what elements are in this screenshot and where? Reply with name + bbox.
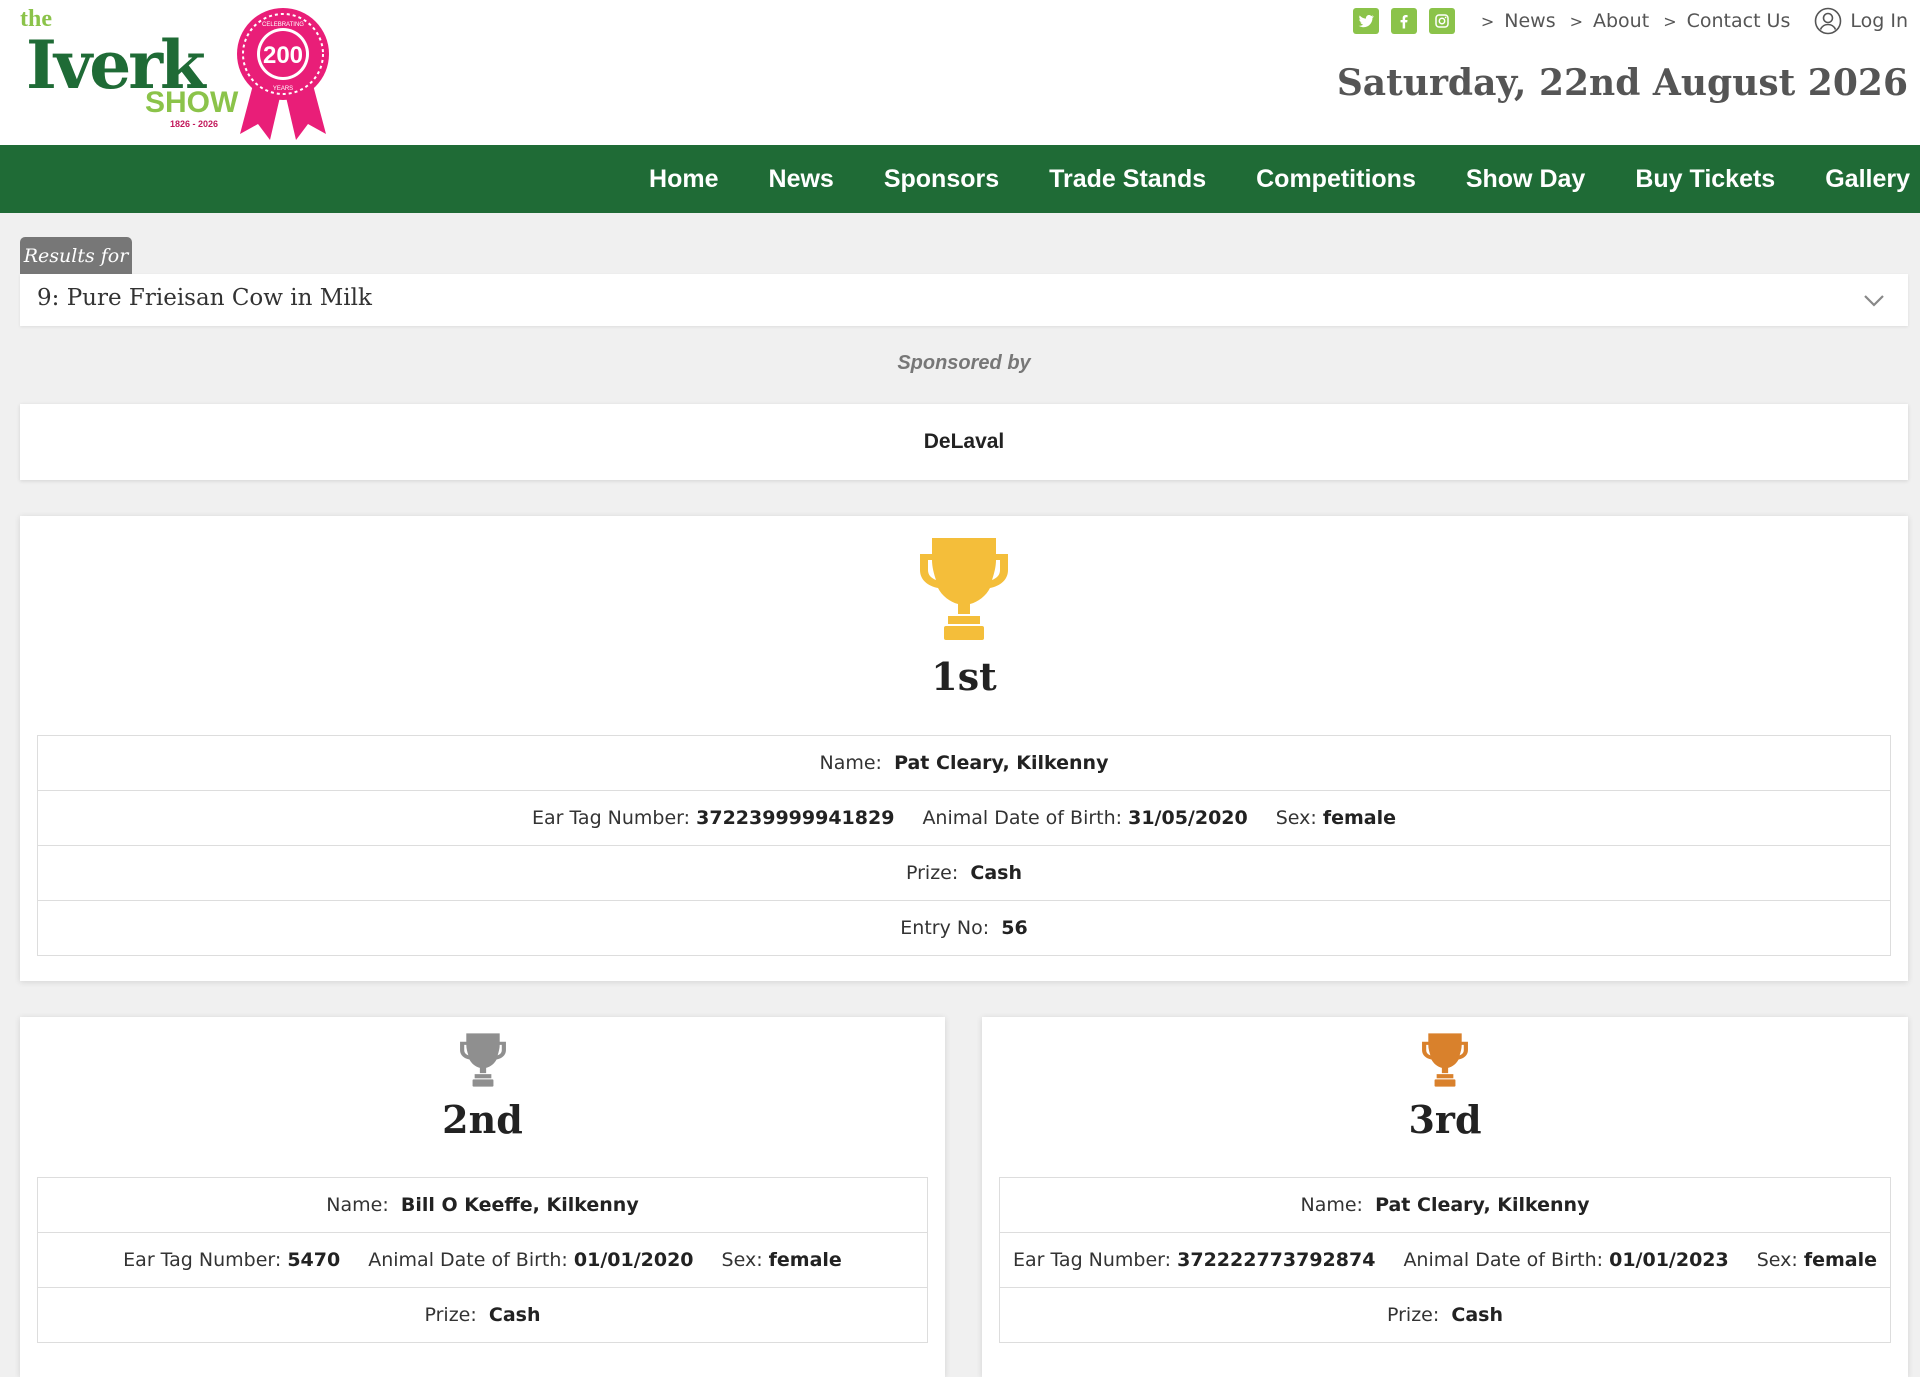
chevron-right-icon: > xyxy=(1663,11,1677,31)
rosette-number: 200 xyxy=(263,42,303,69)
sex-value: female xyxy=(1803,1249,1878,1271)
place-title-1st: 1st xyxy=(931,654,997,699)
result-row-details: Ear Tag Number: 372239999941829 Animal D… xyxy=(37,791,1891,846)
rosette-icon: 200 CELEBRATING YEARS xyxy=(237,8,329,140)
login-link[interactable]: Log In xyxy=(1814,7,1908,35)
place-card-3rd: 3rd Name: Pat Cleary, Kilkenny Ear Tag N… xyxy=(982,1017,1908,1377)
place-card-1st: 1st Name: Pat Cleary, Kilkenny Ear Tag N… xyxy=(20,516,1908,981)
nav-item-show-day[interactable]: Show Day xyxy=(1466,165,1585,194)
sponsor-box: DeLaval xyxy=(20,404,1908,480)
ear-tag-value: 372239999941829 xyxy=(696,807,895,829)
ear-tag-label: Ear Tag Number: xyxy=(123,1249,282,1271)
prize-value: Cash xyxy=(488,1304,541,1326)
result-row-entry: Entry No: 56 xyxy=(37,901,1891,956)
ear-tag-label: Ear Tag Number: xyxy=(1012,1249,1172,1271)
top-link-contact[interactable]: > Contact Us xyxy=(1663,10,1790,32)
sex-value: female xyxy=(768,1249,842,1271)
result-row-details: Ear Tag Number: 372222773792874 Animal D… xyxy=(999,1233,1891,1288)
name-value: Pat Cleary, Kilkenny xyxy=(894,752,1109,774)
site-logo[interactable]: the Iverk SHOW 1826 - 2026 200 CELEBRATI… xyxy=(20,6,329,141)
competition-select[interactable]: 9: Pure Frieisan Cow in Milk xyxy=(20,274,1908,326)
prize-value: Cash xyxy=(1451,1304,1503,1326)
nav-item-gallery[interactable]: Gallery xyxy=(1825,165,1910,194)
nav-item-sponsors[interactable]: Sponsors xyxy=(884,165,999,194)
nav-item-competitions[interactable]: Competitions xyxy=(1256,165,1416,194)
entry-value: 56 xyxy=(1001,917,1028,939)
nav-item-buy-tickets[interactable]: Buy Tickets xyxy=(1635,165,1775,194)
top-link-news-label: News xyxy=(1504,10,1556,32)
name-value: Bill O Keeffe, Kilkenny xyxy=(400,1194,639,1216)
result-row-prize: Prize: Cash xyxy=(37,846,1891,901)
chevron-right-icon: > xyxy=(1569,11,1583,31)
result-table-2nd: Name: Bill O Keeffe, Kilkenny Ear Tag Nu… xyxy=(37,1177,928,1343)
trophy-bronze-icon xyxy=(1422,1033,1468,1087)
dob-label: Animal Date of Birth: xyxy=(1403,1249,1604,1271)
result-row-name: Name: Pat Cleary, Kilkenny xyxy=(37,735,1891,791)
trophy-gold-icon xyxy=(920,538,1008,640)
result-row-details: Ear Tag Number: 5470 Animal Date of Birt… xyxy=(37,1233,928,1288)
nav-item-trade-stands[interactable]: Trade Stands xyxy=(1049,165,1206,194)
facebook-icon[interactable] xyxy=(1390,8,1417,34)
rosette-text-top: CELEBRATING xyxy=(262,22,304,28)
place-card-2nd: 2nd Name: Bill O Keeffe, Kilkenny Ear Ta… xyxy=(20,1017,945,1377)
result-table-1st: Name: Pat Cleary, Kilkenny Ear Tag Numbe… xyxy=(37,735,1891,956)
user-icon xyxy=(1815,7,1842,35)
name-label: Name: xyxy=(326,1194,389,1216)
site-header: the Iverk SHOW 1826 - 2026 200 CELEBRATI… xyxy=(0,0,1920,145)
prize-label: Prize: xyxy=(906,862,959,884)
dob-value: 01/01/2020 xyxy=(573,1249,694,1271)
ear-tag-label: Ear Tag Number: xyxy=(531,807,691,829)
top-link-about-label: About xyxy=(1593,10,1650,32)
login-label: Log In xyxy=(1850,10,1908,32)
prize-label: Prize: xyxy=(1387,1304,1440,1326)
chevron-right-icon: > xyxy=(1480,11,1495,31)
sex-label: Sex: xyxy=(721,1249,763,1271)
results-for-label: Results for xyxy=(20,237,132,275)
ear-tag-value: 372222773792874 xyxy=(1177,1249,1376,1271)
ear-tag-value: 5470 xyxy=(287,1249,341,1271)
result-row-name: Name: Bill O Keeffe, Kilkenny xyxy=(37,1177,928,1233)
logo-show: SHOW xyxy=(145,86,239,119)
prize-label: Prize: xyxy=(424,1304,477,1326)
twitter-icon[interactable] xyxy=(1352,8,1379,34)
sponsored-by-label: Sponsored by xyxy=(897,352,1031,374)
entry-label: Entry No: xyxy=(900,917,990,939)
trophy-silver-icon xyxy=(459,1033,506,1087)
result-row-prize: Prize: Cash xyxy=(999,1288,1891,1343)
main-nav: Home News Sponsors Trade Stands Competit… xyxy=(0,145,1920,213)
name-value: Pat Cleary, Kilkenny xyxy=(1375,1194,1590,1216)
show-date: Saturday, 22nd August 2026 xyxy=(1336,62,1908,104)
place-title-3rd: 3rd xyxy=(1408,1097,1482,1142)
competition-select-value: 9: Pure Frieisan Cow in Milk xyxy=(37,285,372,311)
prize-value: Cash xyxy=(970,862,1022,884)
dob-label: Animal Date of Birth: xyxy=(368,1249,568,1271)
sponsor-name: DeLaval xyxy=(923,430,1005,453)
dob-label: Animal Date of Birth: xyxy=(922,807,1123,829)
chevron-down-icon xyxy=(1864,295,1884,307)
name-label: Name: xyxy=(1300,1194,1363,1216)
dob-value: 01/01/2023 xyxy=(1609,1249,1729,1271)
top-bar: > News > About > Contact Us Log In xyxy=(1352,6,1908,36)
place-title-2nd: 2nd xyxy=(442,1097,523,1142)
top-link-about[interactable]: > About xyxy=(1570,10,1650,32)
nav-item-home[interactable]: Home xyxy=(649,165,718,194)
result-row-prize: Prize: Cash xyxy=(37,1288,928,1343)
nav-item-news[interactable]: News xyxy=(769,165,834,194)
sex-label: Sex: xyxy=(1275,807,1317,829)
logo-years: 1826 - 2026 xyxy=(170,119,219,129)
top-link-news[interactable]: > News xyxy=(1481,10,1556,32)
result-table-3rd: Name: Pat Cleary, Kilkenny Ear Tag Numbe… xyxy=(999,1177,1891,1343)
name-label: Name: xyxy=(819,752,882,774)
result-row-name: Name: Pat Cleary, Kilkenny xyxy=(999,1177,1891,1233)
instagram-icon[interactable] xyxy=(1428,8,1455,34)
dob-value: 31/05/2020 xyxy=(1128,807,1248,829)
sex-label: Sex: xyxy=(1756,1249,1798,1271)
rosette-text-bottom: YEARS xyxy=(273,86,293,92)
sex-value: female xyxy=(1322,807,1397,829)
top-link-contact-label: Contact Us xyxy=(1686,10,1791,32)
